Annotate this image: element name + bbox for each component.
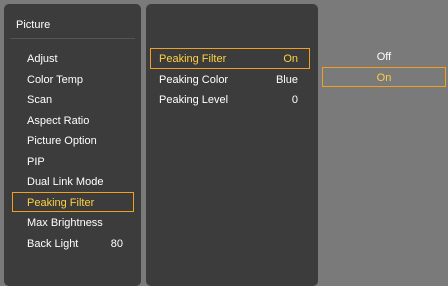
option-on[interactable]: On [322, 66, 446, 87]
menu-item-color-temp[interactable]: Color Temp [12, 69, 134, 90]
submenu-item-value: 0 [291, 94, 298, 106]
title-divider [10, 38, 135, 39]
menu-item-label: Color Temp [27, 73, 84, 86]
menu-item-label: Peaking Filter [27, 196, 95, 209]
menu-item-label: Max Brightness [27, 217, 103, 229]
menu-item-label: Adjust [27, 53, 58, 65]
menu-item-label: Picture Option [27, 135, 97, 147]
menu-item-value: 80 [110, 237, 123, 250]
submenu-item-peaking-filter[interactable]: Peaking Filter On [150, 48, 310, 69]
options-list: Off On [322, 46, 446, 87]
peaking-submenu-panel: Peaking Filter On Peaking Color Blue Pea… [146, 4, 318, 286]
options-panel: Off On [318, 42, 448, 286]
option-off[interactable]: Off [322, 46, 446, 67]
menu-item-picture-option[interactable]: Picture Option [12, 130, 134, 151]
menu-item-peaking-filter[interactable]: Peaking Filter [12, 191, 134, 212]
submenu-item-label: Peaking Color [159, 73, 229, 86]
menu-item-pip[interactable]: PIP [12, 151, 134, 172]
menu-item-dual-link-mode[interactable]: Dual Link Mode [12, 171, 134, 192]
menu-item-label: Back Light [27, 237, 79, 250]
menu-item-adjust[interactable]: Adjust [12, 48, 134, 69]
submenu-item-label: Peaking Filter [159, 53, 227, 65]
menu-item-aspect-ratio[interactable]: Aspect Ratio [12, 110, 134, 131]
submenu-item-value: Blue [275, 73, 298, 86]
submenu-item-value: On [283, 53, 298, 65]
main-menu-list: Adjust Color Temp Scan Aspect Ratio Pict… [12, 48, 134, 253]
menu-item-back-light[interactable]: Back Light 80 [12, 233, 134, 254]
menu-title: Picture [16, 19, 51, 31]
submenu-list: Peaking Filter On Peaking Color Blue Pea… [150, 48, 310, 110]
menu-item-label: Dual Link Mode [27, 176, 104, 188]
menu-item-label: Scan [27, 94, 53, 106]
menu-item-scan[interactable]: Scan [12, 89, 134, 110]
submenu-item-peaking-level[interactable]: Peaking Level 0 [150, 89, 310, 110]
submenu-item-peaking-color[interactable]: Peaking Color Blue [150, 69, 310, 90]
submenu-item-label: Peaking Level [159, 94, 229, 106]
menu-item-label: Aspect Ratio [27, 114, 90, 127]
picture-menu-panel: Picture Adjust Color Temp Scan Aspect Ra… [4, 4, 141, 286]
menu-item-max-brightness[interactable]: Max Brightness [12, 212, 134, 233]
menu-item-label: PIP [27, 155, 45, 168]
